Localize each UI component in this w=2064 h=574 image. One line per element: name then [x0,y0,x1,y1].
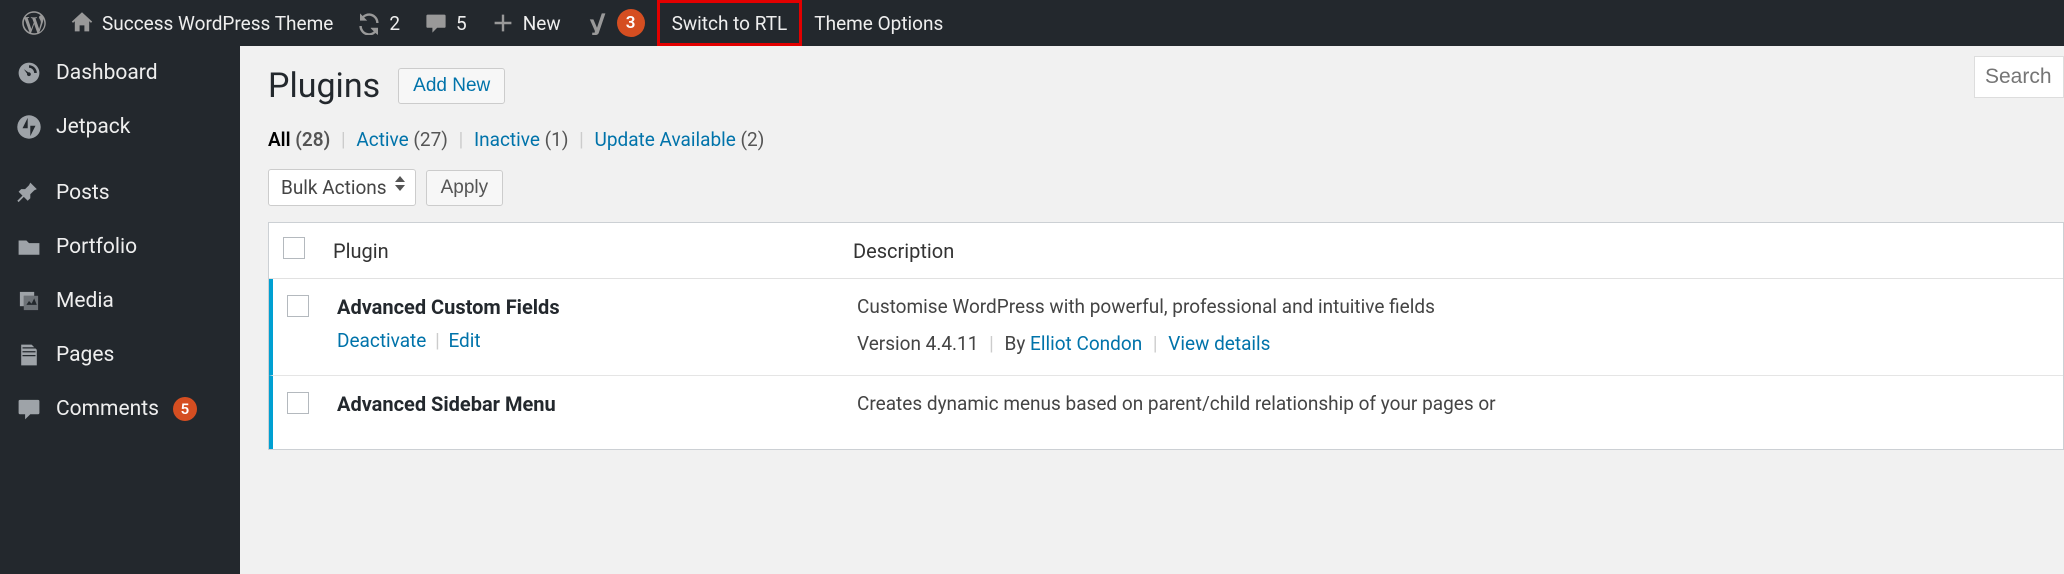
deactivate-link[interactable]: Deactivate [337,329,426,352]
filter-active[interactable]: Active (27) [356,128,448,151]
plus-icon [491,11,515,35]
home-icon [70,11,94,35]
author-link[interactable]: Elliot Condon [1030,332,1142,355]
updates-link[interactable]: 2 [345,0,412,46]
filter-all[interactable]: All (28) [268,128,330,151]
filter-update[interactable]: Update Available (2) [595,128,765,151]
search-input[interactable] [1974,56,2064,98]
theme-options-link[interactable]: Theme Options [802,0,955,46]
pages-icon [16,342,42,368]
select-all-checkbox[interactable] [283,237,305,259]
table-row: Advanced Sidebar Menu Creates dynamic me… [269,376,2063,449]
filter-links: All (28) | Active (27) | Inactive (1) | … [268,128,2064,151]
main-content: Plugins Add New All (28) | Active (27) |… [240,46,2064,574]
col-plugin-header[interactable]: Plugin [333,239,853,263]
sidebar-item-comments[interactable]: Comments 5 [0,382,240,436]
view-details-link[interactable]: View details [1168,332,1270,355]
plugin-name: Advanced Sidebar Menu [337,392,857,416]
sidebar-item-jetpack[interactable]: Jetpack [0,100,240,154]
portfolio-icon [16,234,42,260]
pin-icon [16,180,42,206]
admin-bar: Success WordPress Theme 2 5 New 3 Switch… [0,0,2064,46]
admin-sidebar: Dashboard Jetpack Posts Portfolio Media … [0,46,240,574]
new-label: New [523,12,561,35]
add-new-button[interactable]: Add New [398,68,505,104]
rtl-label: Switch to RTL [672,12,788,35]
bulk-actions-row: Bulk Actions Apply [268,169,2064,206]
wp-logo[interactable] [10,0,58,46]
sidebar-item-label: Pages [56,343,114,367]
edit-link[interactable]: Edit [448,329,480,352]
filter-inactive[interactable]: Inactive (1) [474,128,568,151]
sidebar-item-label: Portfolio [56,235,137,259]
plugins-table: Plugin Description Advanced Custom Field… [268,222,2064,450]
plugin-name: Advanced Custom Fields [337,295,857,319]
sidebar-item-label: Jetpack [56,115,130,139]
updates-count: 2 [389,12,400,35]
table-header: Plugin Description [269,223,2063,279]
wordpress-icon [22,11,46,35]
plugin-description: Customise WordPress with powerful, profe… [857,295,2049,318]
yoast-icon [585,11,609,35]
theme-options-label: Theme Options [814,12,943,35]
sidebar-item-media[interactable]: Media [0,274,240,328]
sidebar-item-label: Dashboard [56,61,158,85]
site-title: Success WordPress Theme [102,12,333,35]
sidebar-item-dashboard[interactable]: Dashboard [0,46,240,100]
sidebar-item-label: Comments [56,397,159,421]
row-checkbox[interactable] [287,392,309,414]
comment-icon [16,396,42,422]
plugin-description: Creates dynamic menus based on parent/ch… [857,392,2049,415]
media-icon [16,288,42,314]
bulk-actions-select[interactable]: Bulk Actions [268,169,416,206]
comment-icon [424,11,448,35]
comments-count: 5 [456,12,467,35]
row-checkbox[interactable] [287,295,309,317]
jetpack-icon [16,114,42,140]
highlight-annotation: Switch to RTL [657,0,803,46]
dashboard-icon [16,60,42,86]
comments-link[interactable]: 5 [412,0,479,46]
sidebar-item-label: Media [56,289,114,313]
sidebar-item-portfolio[interactable]: Portfolio [0,220,240,274]
page-header: Plugins Add New [268,66,2064,106]
col-desc-header[interactable]: Description [853,239,2049,263]
page-title: Plugins [268,66,380,106]
refresh-icon [357,11,381,35]
table-row: Advanced Custom Fields Deactivate | Edit… [269,279,2063,376]
seo-link[interactable]: 3 [573,0,657,46]
sidebar-item-posts[interactable]: Posts [0,166,240,220]
new-content-link[interactable]: New [479,0,573,46]
comments-badge: 5 [173,397,197,421]
switch-rtl-link[interactable]: Switch to RTL [660,3,800,43]
row-actions: Deactivate | Edit [337,329,857,352]
sidebar-item-pages[interactable]: Pages [0,328,240,382]
sidebar-item-label: Posts [56,181,110,205]
site-link[interactable]: Success WordPress Theme [58,0,345,46]
seo-badge: 3 [617,9,645,37]
plugin-meta: Version 4.4.11 | By Elliot Condon | View… [857,332,2049,355]
apply-button[interactable]: Apply [426,170,504,206]
